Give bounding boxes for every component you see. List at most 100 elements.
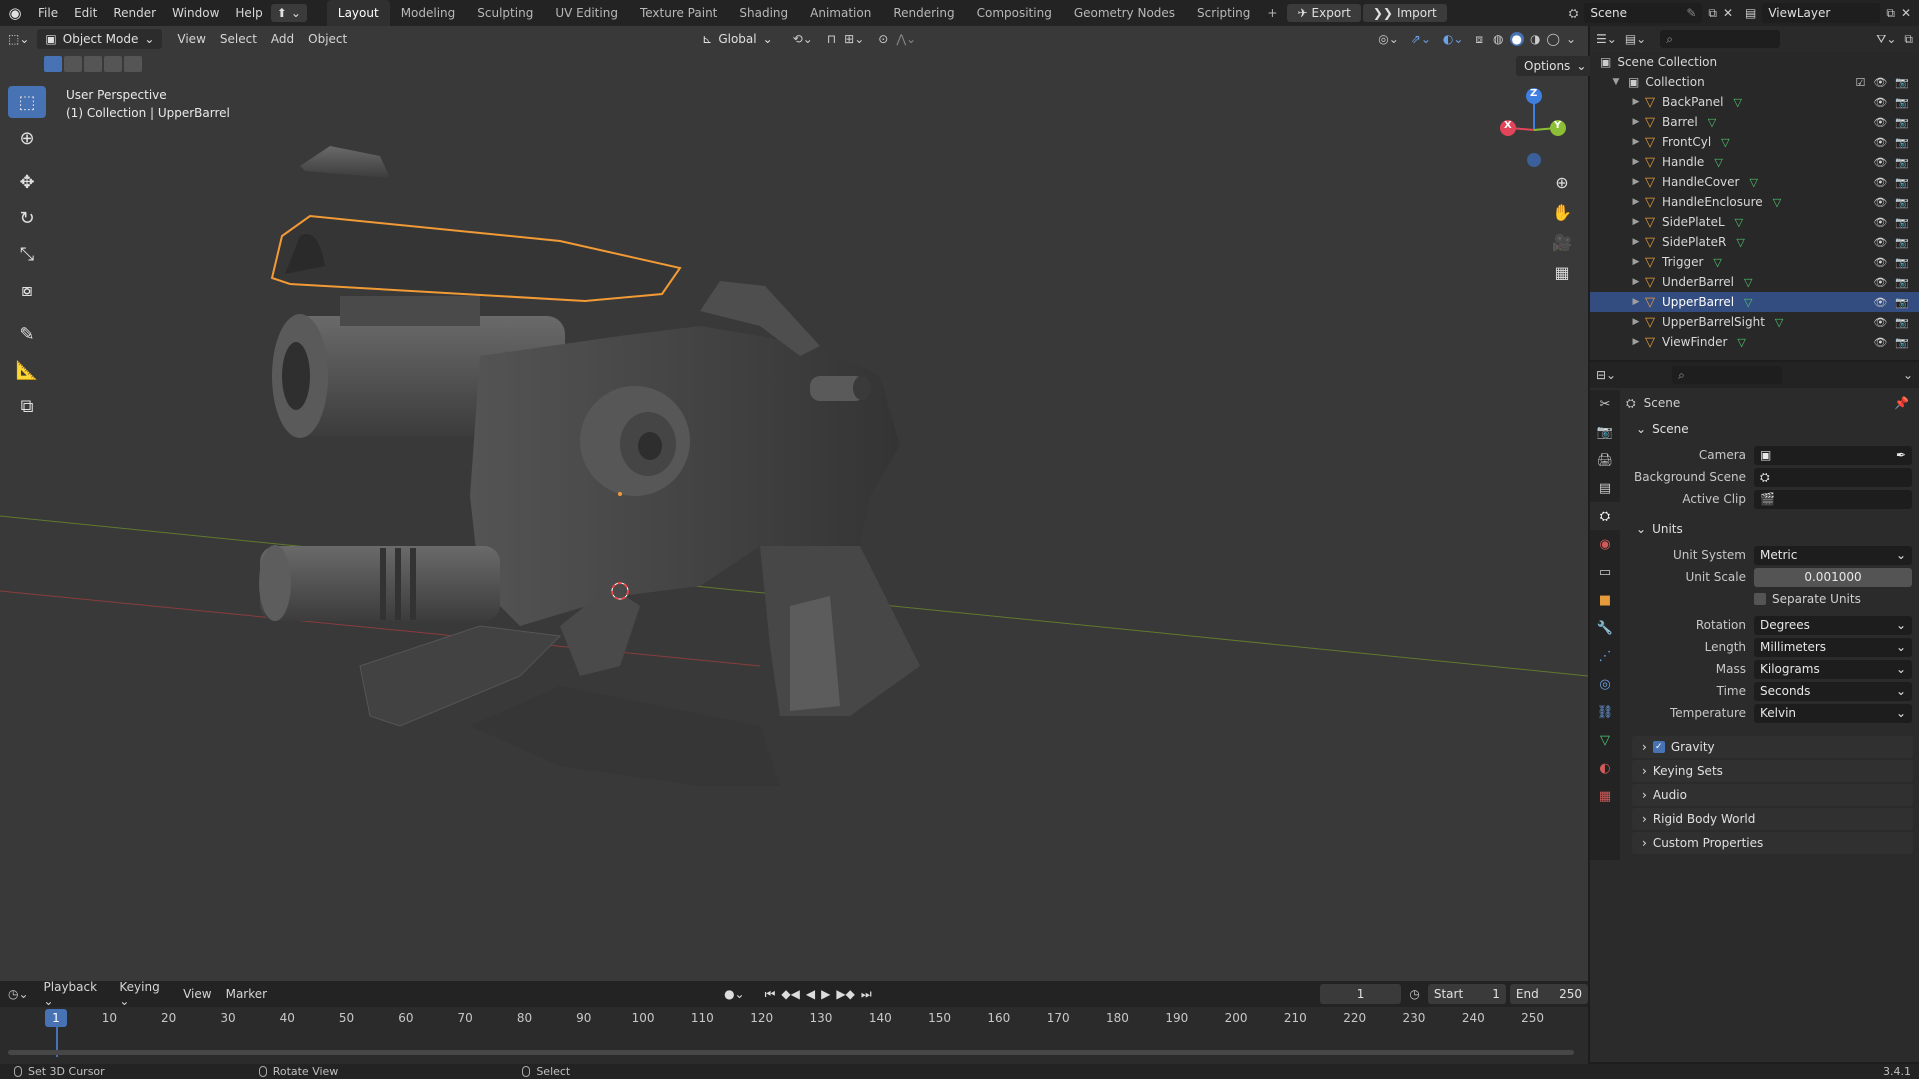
wireframe-shading-icon[interactable]: ◍	[1493, 32, 1503, 46]
gizmo-toggle-icon[interactable]: ⇗⌄	[1411, 32, 1431, 46]
camera-icon[interactable]: 📷	[1895, 116, 1909, 129]
rotate-tool[interactable]: ↻	[8, 202, 46, 234]
current-frame-field[interactable]: 1	[1319, 984, 1402, 1004]
gravity-section[interactable]: › ✓ Gravity	[1632, 736, 1913, 758]
play-reverse-icon[interactable]: ◀	[806, 987, 815, 1001]
outliner-item[interactable]: ▶ ▽ ViewFinder ▽ 👁 📷	[1590, 332, 1919, 352]
import-button[interactable]: ❯❯ Import	[1362, 4, 1447, 22]
separate-units-checkbox[interactable]	[1754, 593, 1766, 605]
eye-icon[interactable]: 👁	[1873, 176, 1887, 189]
camera-icon[interactable]: 📷	[1895, 136, 1909, 149]
outliner-editor-icon[interactable]: ☰⌄	[1596, 32, 1617, 46]
timeline-ruler[interactable]: 10 20 30 40 50 60 70 80 90 100 110 120 130 140 150 160 1…	[0, 1007, 1588, 1029]
display-mode-icon[interactable]: ▤⌄	[1625, 32, 1646, 46]
mass-dropdown[interactable]: Kilograms ⌄	[1754, 659, 1912, 679]
shading-options-icon[interactable]: ⌄	[1566, 32, 1576, 46]
expand-right-icon[interactable]: ▶	[1630, 337, 1642, 347]
perspective-grid-icon[interactable]: ▦	[1548, 258, 1576, 286]
expand-right-icon[interactable]: ▶	[1630, 217, 1642, 227]
physics-tab-icon[interactable]: ◎	[1590, 670, 1620, 698]
material-shading-icon[interactable]: ◑	[1530, 32, 1540, 46]
menu-window[interactable]: Window	[164, 0, 227, 26]
filter-icon[interactable]: ⛛⌄	[1876, 32, 1896, 47]
camera-icon[interactable]: 📷	[1895, 236, 1909, 249]
camera-icon[interactable]: 📷	[1895, 196, 1909, 209]
blender-logo-icon[interactable]: ◉	[0, 4, 30, 22]
scene-collection-row[interactable]: ▣ Scene Collection	[1590, 52, 1919, 72]
outliner-item[interactable]: ▶ ▽ UpperBarrelSight ▽ 👁 📷	[1590, 312, 1919, 332]
start-frame-field[interactable]: Start 1	[1427, 984, 1506, 1004]
eye-icon[interactable]: 👁	[1873, 196, 1887, 209]
outliner-item[interactable]: ▶ ▽ SidePlateR ▽ 👁 📷	[1590, 232, 1919, 252]
pan-hand-icon[interactable]: ✋	[1548, 198, 1576, 226]
viewport-menu-object[interactable]: Object	[301, 32, 354, 46]
output-tab-icon[interactable]: 🖨	[1590, 446, 1620, 474]
camera-icon[interactable]: 📷	[1895, 216, 1909, 229]
tab-rendering[interactable]: Rendering	[882, 0, 965, 26]
tab-shading[interactable]: Shading	[728, 0, 799, 26]
camera-view-icon[interactable]: 🎥	[1548, 228, 1576, 256]
camera-icon[interactable]: 📷	[1895, 296, 1909, 309]
outliner-item[interactable]: ▶ ▽ UpperBarrel ▽ 👁 📷	[1590, 292, 1919, 312]
collection-row[interactable]: ▼ ▣ Collection ☑ 👁 📷	[1590, 72, 1919, 92]
gravity-checkbox[interactable]: ✓	[1652, 741, 1665, 753]
temperature-dropdown[interactable]: Kelvin ⌄	[1754, 703, 1912, 723]
cursor-tool[interactable]: ⊕	[8, 122, 46, 154]
tab-layout[interactable]: Layout	[326, 0, 390, 26]
expand-down-icon[interactable]: ▼	[1610, 77, 1622, 87]
upload-dropdown[interactable]: ⬆ ⌄	[270, 4, 307, 22]
keying-sets-section[interactable]: › Keying Sets	[1632, 760, 1913, 782]
xray-icon[interactable]: ⧈	[1475, 32, 1483, 47]
select-invert-icon[interactable]	[104, 56, 122, 72]
outliner-item[interactable]: ▶ ▽ BackPanel ▽ 👁 📷	[1590, 92, 1919, 112]
jump-start-icon[interactable]: ⏮	[765, 987, 776, 1002]
overlay-toggle-icon[interactable]: ◐⌄	[1443, 32, 1464, 46]
rigid-body-world-section[interactable]: › Rigid Body World	[1632, 808, 1913, 830]
world-tab-icon[interactable]: ◉	[1590, 530, 1620, 558]
tab-modeling[interactable]: Modeling	[390, 0, 467, 26]
camera-icon[interactable]: 📷	[1895, 76, 1909, 89]
timeline-editor-icon[interactable]: ◷⌄	[0, 987, 37, 1001]
timeline-menu-playback[interactable]: Playback ⌄	[37, 980, 113, 1008]
outliner-item[interactable]: ▶ ▽ Handle ▽ 👁 📷	[1590, 152, 1919, 172]
transform-orientation-selector[interactable]: ⊾ Global ⌄	[694, 29, 780, 49]
next-keyframe-icon[interactable]: ▶◆	[836, 987, 854, 1001]
expand-right-icon[interactable]: ▶	[1630, 177, 1642, 187]
viewport-canvas[interactable]	[0, 26, 1588, 981]
eyedropper-icon[interactable]: ✒	[1896, 446, 1906, 465]
eye-icon[interactable]: 👁	[1873, 256, 1887, 269]
expand-right-icon[interactable]: ▶	[1630, 117, 1642, 127]
rendered-shading-icon[interactable]: ◯	[1547, 32, 1560, 46]
view-layer-icon[interactable]: ▤	[1745, 6, 1756, 20]
outliner-item[interactable]: ▶ ▽ SidePlateL ▽ 👁 📷	[1590, 212, 1919, 232]
texture-tab-icon[interactable]: ▦	[1590, 782, 1620, 810]
new-scene-icon[interactable]: ⧉	[1708, 6, 1717, 21]
custom-properties-section[interactable]: › Custom Properties	[1632, 832, 1913, 854]
new-collection-icon[interactable]: ⧉	[1904, 32, 1913, 47]
view-layer-tab-icon[interactable]: ▤	[1590, 474, 1620, 502]
select-new-icon[interactable]	[44, 56, 62, 72]
rotation-dropdown[interactable]: Degrees ⌄	[1754, 615, 1912, 635]
delete-scene-icon[interactable]: ✕	[1723, 6, 1733, 20]
chevron-down-icon[interactable]: ⌄	[1903, 368, 1913, 382]
eye-icon[interactable]: 👁	[1873, 316, 1887, 329]
viewport-menu-add[interactable]: Add	[264, 32, 301, 46]
tab-geometry-nodes[interactable]: Geometry Nodes	[1063, 0, 1186, 26]
modifier-tab-icon[interactable]: 🔧	[1590, 614, 1620, 642]
pin-icon[interactable]: ✎	[1686, 3, 1696, 23]
menu-render[interactable]: Render	[105, 0, 164, 26]
active-clip-field[interactable]: 🎬	[1754, 489, 1912, 509]
select-extend-icon[interactable]	[64, 56, 82, 72]
properties-editor-icon[interactable]: ⊟⌄	[1596, 368, 1616, 382]
eye-icon[interactable]: 👁	[1873, 216, 1887, 229]
expand-right-icon[interactable]: ▶	[1630, 157, 1642, 167]
end-frame-field[interactable]: End 250	[1509, 984, 1588, 1004]
navigation-gizmo[interactable]: Z X Y	[1496, 84, 1574, 174]
view-layer-selector[interactable]: ViewLayer	[1762, 3, 1881, 23]
eye-icon[interactable]: 👁	[1873, 236, 1887, 249]
constraints-tab-icon[interactable]: ⛓	[1590, 698, 1620, 726]
expand-right-icon[interactable]: ▶	[1630, 297, 1642, 307]
viewport-menu-view[interactable]: View	[170, 32, 212, 46]
proportional-edit-icon[interactable]: ⊙	[878, 32, 888, 46]
tab-texture-paint[interactable]: Texture Paint	[629, 0, 728, 26]
